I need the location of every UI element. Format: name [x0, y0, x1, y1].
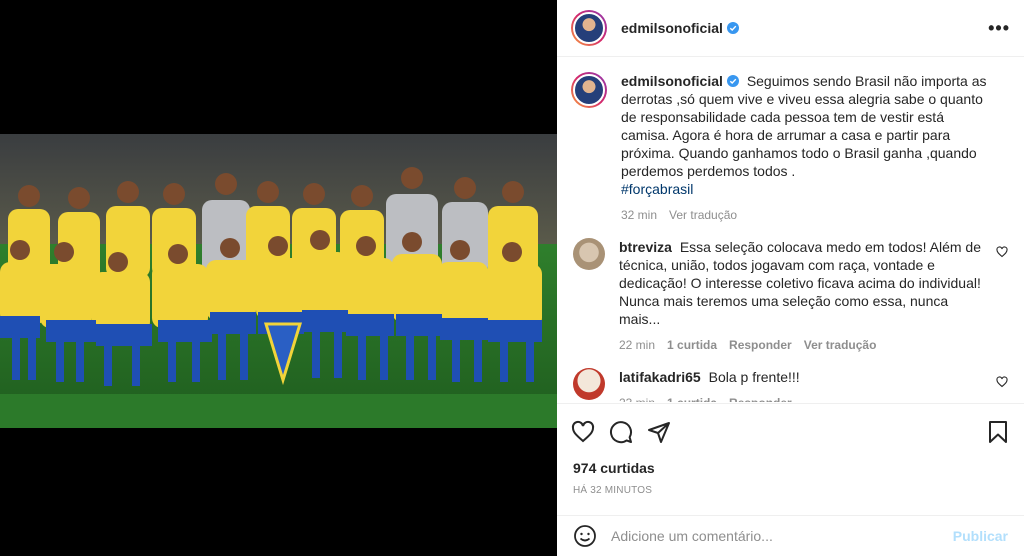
commenter-avatar[interactable]: [573, 238, 605, 270]
caption-translate-link[interactable]: Ver tradução: [669, 206, 737, 224]
add-comment-bar: Publicar: [557, 515, 1024, 556]
comment-reply-button[interactable]: Responder: [729, 394, 792, 402]
like-heart-icon[interactable]: [571, 420, 595, 444]
like-comment-heart-icon[interactable]: [996, 376, 1008, 388]
comment-likes[interactable]: 1 curtida: [667, 394, 717, 402]
emoji-icon[interactable]: [573, 524, 597, 548]
comment-time: 23 min: [619, 394, 655, 402]
post-media: [0, 0, 557, 556]
comment-input[interactable]: [611, 528, 953, 544]
team-photo-image: [0, 134, 557, 428]
comment-translate-link[interactable]: Ver tradução: [804, 336, 877, 354]
post-header: edmilsonoficial •••: [557, 0, 1024, 57]
save-bookmark-icon[interactable]: [986, 420, 1010, 444]
comment-text: Essa seleção colocava medo em todos! Alé…: [619, 239, 981, 327]
post-panel: edmilsonoficial ••• edmilsonoficial Segu…: [557, 0, 1024, 556]
caption-avatar[interactable]: [571, 72, 607, 108]
caption-hashtag[interactable]: #forçabrasil: [621, 180, 988, 198]
comment-username[interactable]: btreviza: [619, 239, 672, 255]
comment-reply-button[interactable]: Responder: [729, 336, 792, 354]
comment-text: Bola p frente!!!: [708, 369, 800, 385]
post-actions: [557, 403, 1024, 459]
comment-item: latifakadri65 Bola p frente!!! 23 min 1 …: [571, 368, 1008, 402]
team-photo: [0, 134, 557, 428]
comment-username[interactable]: latifakadri65: [619, 369, 701, 385]
like-comment-heart-icon[interactable]: [996, 246, 1008, 258]
post-timestamp: HÁ 32 MINUTOS: [573, 485, 653, 496]
caption-username[interactable]: edmilsonoficial: [621, 73, 723, 89]
publish-button[interactable]: Publicar: [953, 528, 1008, 544]
comment-item: btreviza Essa seleção colocava medo em t…: [571, 238, 1008, 354]
author-username[interactable]: edmilsonoficial: [621, 20, 723, 36]
likes-count[interactable]: 974 curtidas: [573, 460, 655, 476]
author-avatar[interactable]: [571, 10, 607, 46]
more-options-icon[interactable]: •••: [988, 18, 1010, 39]
comment-bubble-icon[interactable]: [609, 420, 633, 444]
comment-time: 22 min: [619, 338, 656, 352]
share-send-icon[interactable]: [647, 420, 671, 444]
verified-icon: [726, 22, 739, 34]
verified-icon: [726, 75, 739, 87]
comment-likes[interactable]: 1 curtida: [667, 336, 717, 354]
commenter-avatar[interactable]: [573, 368, 605, 400]
comments-list[interactable]: edmilsonoficial Seguimos sendo Brasil nã…: [557, 58, 1024, 402]
caption: edmilsonoficial Seguimos sendo Brasil nã…: [571, 72, 1008, 224]
caption-time: 32 min: [621, 208, 658, 222]
